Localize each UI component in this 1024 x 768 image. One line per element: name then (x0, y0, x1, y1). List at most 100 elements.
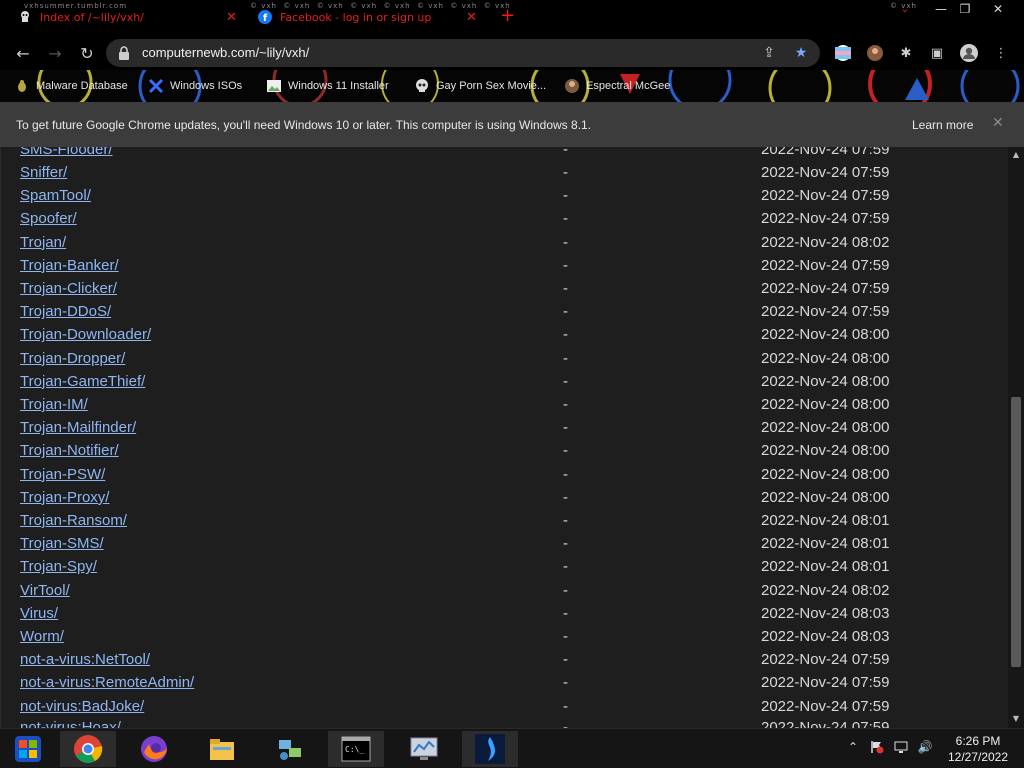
new-tab-button[interactable]: + (500, 6, 515, 26)
forward-button[interactable]: → (44, 42, 66, 64)
vertical-scrollbar[interactable]: ▲ ▼ (1008, 147, 1024, 728)
directory-size: - (563, 256, 568, 274)
directory-link[interactable]: Trojan-PSW/ (20, 466, 105, 483)
flame-app-icon (475, 734, 505, 764)
directory-link[interactable]: Trojan-Dropper/ (20, 350, 125, 367)
directory-link[interactable]: Trojan/ (20, 234, 66, 251)
directory-link[interactable]: Trojan-Clicker/ (20, 280, 117, 297)
network-tray-icon[interactable] (893, 739, 909, 755)
directory-link[interactable]: not-a-virus:RemoteAdmin/ (20, 674, 194, 691)
directory-link[interactable]: Trojan-DDoS/ (20, 303, 111, 320)
taskbar-command-prompt[interactable]: C:\_ (328, 731, 384, 767)
volume-icon[interactable]: 🔊 (917, 739, 933, 755)
bookmark-espectral-mcgee[interactable]: Espectral McGee (564, 76, 670, 96)
directory-link[interactable]: Worm/ (20, 628, 64, 645)
close-tab-icon[interactable]: ✕ (466, 10, 477, 25)
restore-button[interactable]: ❐ (950, 0, 980, 18)
directory-size: - (563, 372, 568, 390)
bookmark-gay-porn-sex-movie[interactable]: Gay Porn Sex Movie... (414, 76, 546, 96)
taskbar-chrome[interactable] (60, 731, 116, 767)
directory-link[interactable]: Trojan-Spy/ (20, 558, 97, 575)
taskbar-monitor[interactable] (396, 731, 452, 767)
tab-index-of-vxh[interactable]: Index of /~lily/vxh/ ✕ (18, 6, 243, 28)
share-icon[interactable]: ⇪ (760, 44, 778, 62)
directory-date: 2022-Nov-24 08:01 (761, 512, 890, 529)
directory-date: 2022-Nov-24 07:59 (761, 719, 890, 728)
pride-flag-extension-icon[interactable] (832, 42, 854, 64)
system-clock[interactable]: 6:26 PM 12/27/2022 (938, 733, 1018, 765)
close-window-button[interactable]: ✕ (983, 0, 1013, 18)
directory-size: - (563, 651, 568, 669)
lock-icon[interactable] (116, 45, 132, 61)
table-row: Trojan-Mailfinder/ - 2022-Nov-24 08:00 (1, 419, 1001, 442)
directory-link[interactable]: VirTool/ (20, 582, 70, 599)
table-row: VirTool/ - 2022-Nov-24 08:02 (1, 582, 1001, 605)
bookmark-windows-11-installer[interactable]: Windows 11 Installer (266, 76, 389, 96)
directory-link[interactable]: not-a-virus:NetTool/ (20, 651, 150, 668)
directory-size: - (563, 210, 568, 228)
scroll-up-icon[interactable]: ▲ (1011, 150, 1021, 160)
table-row: Trojan-Notifier/ - 2022-Nov-24 08:00 (1, 442, 1001, 465)
table-row: Trojan-Spy/ - 2022-Nov-24 08:01 (1, 558, 1001, 581)
directory-link[interactable]: Trojan-Downloader/ (20, 326, 151, 343)
tab-search-chevron-icon[interactable]: ⌄ (890, 0, 920, 18)
directory-link[interactable]: Trojan-Proxy/ (20, 489, 109, 506)
address-bar[interactable]: computernewb.com/~lily/vxh/ ⇪ ★ (106, 39, 820, 67)
directory-link[interactable]: Trojan-IM/ (20, 396, 88, 413)
profile-avatar-icon[interactable] (958, 42, 980, 64)
scroll-down-icon[interactable]: ▼ (1011, 714, 1021, 724)
directory-size: - (563, 535, 568, 553)
directory-size: - (563, 465, 568, 483)
directory-size: - (563, 719, 568, 728)
taskbar-network[interactable] (262, 731, 318, 767)
bookmark-star-icon[interactable]: ★ (792, 44, 810, 62)
directory-link[interactable]: Trojan-Notifier/ (20, 442, 119, 459)
directory-link[interactable]: Spoofer/ (20, 210, 77, 227)
reload-button[interactable]: ↻ (76, 42, 98, 64)
extensions-puzzle-icon[interactable]: ✱ (895, 42, 917, 64)
directory-link[interactable]: Virus/ (20, 605, 58, 622)
directory-link[interactable]: SMS-Flooder/ (20, 147, 113, 158)
url-text[interactable]: computernewb.com/~lily/vxh/ (142, 45, 309, 60)
directory-link[interactable]: Trojan-Banker/ (20, 257, 119, 274)
bookmark-malware-database[interactable]: Malware Database (14, 76, 128, 96)
start-button[interactable] (0, 731, 56, 767)
directory-link[interactable]: Trojan-SMS/ (20, 535, 104, 552)
directory-link[interactable]: Trojan-GameThief/ (20, 373, 145, 390)
profile-extension-icon[interactable] (864, 42, 886, 64)
directory-size: - (563, 164, 568, 181)
taskbar-firefox[interactable] (126, 731, 182, 767)
close-info-bar-icon[interactable]: ✕ (992, 115, 1004, 131)
tab-facebook[interactable]: f Facebook - log in or sign up ✕ (258, 6, 483, 28)
directory-link[interactable]: not-virus:Hoax/ (20, 719, 121, 728)
close-tab-icon[interactable]: ✕ (226, 10, 237, 25)
facebook-icon: f (258, 10, 272, 24)
back-button[interactable]: ← (12, 42, 34, 64)
action-center-flag-icon[interactable] (869, 739, 885, 755)
table-row: Spoofer/ - 2022-Nov-24 07:59 (1, 210, 1001, 233)
tab-strip: vxhsummer.tumblr.com © vxh © vxh © vxh ©… (0, 0, 1024, 34)
windows-taskbar: C:\_ ⌃ 🔊 6:26 PM 12/27/2022 (0, 728, 1024, 768)
taskbar-file-explorer[interactable] (194, 731, 250, 767)
learn-more-link[interactable]: Learn more (912, 118, 973, 132)
directory-size: - (563, 280, 568, 297)
x-logo-icon (148, 78, 164, 94)
table-row: Trojan-PSW/ - 2022-Nov-24 08:00 (1, 466, 1001, 489)
directory-link[interactable]: not-virus:BadJoke/ (20, 698, 144, 715)
bug-icon (14, 78, 30, 94)
bookmark-windows-isos[interactable]: Windows ISOs (148, 76, 242, 96)
directory-size: - (563, 488, 568, 506)
scrollbar-thumb[interactable] (1011, 397, 1021, 667)
directory-size: - (563, 442, 568, 460)
directory-size: - (563, 419, 568, 437)
directory-link[interactable]: Trojan-Mailfinder/ (20, 419, 136, 436)
menu-kebab-icon[interactable]: ⋮ (990, 42, 1012, 64)
taskbar-flame-app[interactable] (462, 731, 518, 767)
directory-link[interactable]: Trojan-Ransom/ (20, 512, 127, 529)
directory-link[interactable]: SpamTool/ (20, 187, 91, 204)
bookmark-label: Espectral McGee (586, 80, 671, 92)
side-panel-icon[interactable]: ▣ (926, 42, 948, 64)
directory-size: - (563, 604, 568, 622)
directory-link[interactable]: Sniffer/ (20, 164, 67, 181)
show-hidden-icons-chevron-icon[interactable]: ⌃ (845, 739, 861, 755)
